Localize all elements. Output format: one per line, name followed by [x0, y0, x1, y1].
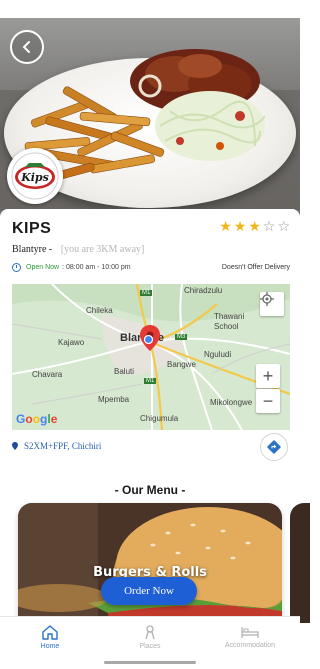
map-place-mikolongwe: Mikolongwe	[210, 398, 253, 407]
location-pin-icon	[12, 442, 18, 450]
map-place-thawani-school: Thawani School	[214, 312, 245, 331]
kips-logo-icon: Kips	[11, 152, 59, 200]
rating-star: ★	[248, 219, 261, 235]
bed-icon	[241, 627, 259, 638]
rating-star: ☆	[277, 219, 290, 235]
map-place-baluti: Baluti	[114, 367, 135, 376]
system-gesture-bar	[0, 657, 300, 669]
clock-icon	[12, 263, 21, 272]
city-label: Blantyre -	[12, 244, 53, 255]
map-place-bangwe: Bangwe	[167, 360, 196, 369]
chevron-left-icon	[22, 41, 30, 53]
address-text: S2XM+FPF, Chichiri	[24, 441, 102, 451]
nav-item-accommodation[interactable]: Accommodation	[200, 617, 300, 657]
road-badge-m3: M3	[175, 334, 188, 340]
next-menu-card[interactable]	[290, 503, 310, 623]
bottom-navigation: Home Places Accommodation	[0, 616, 300, 657]
google-logo-letter: e	[50, 412, 58, 426]
google-logo-letter: o	[25, 412, 33, 426]
zoom-out-button[interactable]: −	[256, 389, 280, 413]
menu-heading: - Our Menu -	[114, 483, 186, 497]
road-badge-m1-north: M1	[140, 290, 153, 296]
nav-item-places[interactable]: Places	[100, 617, 200, 657]
nav-label-home: Home	[40, 643, 60, 650]
restaurant-logo: Kips	[7, 148, 63, 204]
road-badge-m1-south: M1	[144, 378, 157, 384]
back-button[interactable]	[10, 30, 44, 64]
status-bar	[0, 0, 300, 18]
logo-text: Kips	[20, 171, 49, 184]
map-terrain	[12, 284, 290, 430]
rating-star: ☆	[262, 219, 276, 235]
my-location-button[interactable]	[260, 292, 284, 316]
order-now-button[interactable]: Order Now	[101, 577, 197, 605]
nav-item-home[interactable]: Home	[0, 617, 100, 657]
google-logo: Google	[16, 412, 57, 426]
gesture-handle	[104, 661, 196, 664]
google-logo-letter: o	[32, 412, 41, 426]
map-place-kajawo: Kajawo	[58, 338, 85, 347]
my-location-dot-icon	[144, 335, 153, 344]
map-place-chavara: Chavara	[32, 370, 63, 379]
burger-image	[18, 503, 282, 623]
crosshair-icon	[260, 292, 274, 306]
restaurant-name: KIPS	[12, 220, 52, 237]
map-place-chileka: Chileka	[86, 306, 113, 315]
map-place-mpemba: Mpemba	[98, 395, 130, 404]
map-place-chiradzulu: Chiradzulu	[184, 286, 223, 295]
places-icon	[145, 625, 155, 640]
nav-label-places: Places	[139, 643, 161, 650]
rating-star: ★	[219, 219, 232, 235]
menu-category-card[interactable]: Burgers & Rolls	[18, 503, 282, 623]
coleslaw	[155, 91, 266, 161]
rating-star: ★	[233, 219, 247, 235]
open-status: Open Now	[26, 264, 60, 271]
google-logo-letter: G	[16, 412, 26, 426]
home-icon	[42, 625, 58, 640]
directions-icon	[267, 440, 281, 454]
directions-button[interactable]	[260, 433, 288, 461]
map-place-nguludi: Nguludi	[204, 350, 232, 359]
hours-row: Open Now : 08:00 am - 10:00 pm Doesn't O…	[12, 263, 290, 272]
zoom-in-button[interactable]: +	[256, 364, 280, 388]
location-row: Blantyre - [you are 3KM away]	[12, 244, 144, 255]
delivery-status: Doesn't Offer Delivery	[221, 264, 290, 271]
address-row[interactable]: S2XM+FPF, Chichiri	[12, 441, 101, 451]
nav-label-accommodation: Accommodation	[224, 642, 276, 649]
location-map[interactable]: Chileka Chiradzulu Thawani School Kajawo…	[12, 284, 290, 430]
map-place-chigumula: Chigumula	[140, 414, 179, 423]
distance-label: [you are 3KM away]	[60, 244, 145, 255]
opening-hours: : 08:00 am - 10:00 pm	[62, 264, 131, 271]
rating-stars: ★ ★ ★ ☆ ☆	[219, 220, 290, 234]
